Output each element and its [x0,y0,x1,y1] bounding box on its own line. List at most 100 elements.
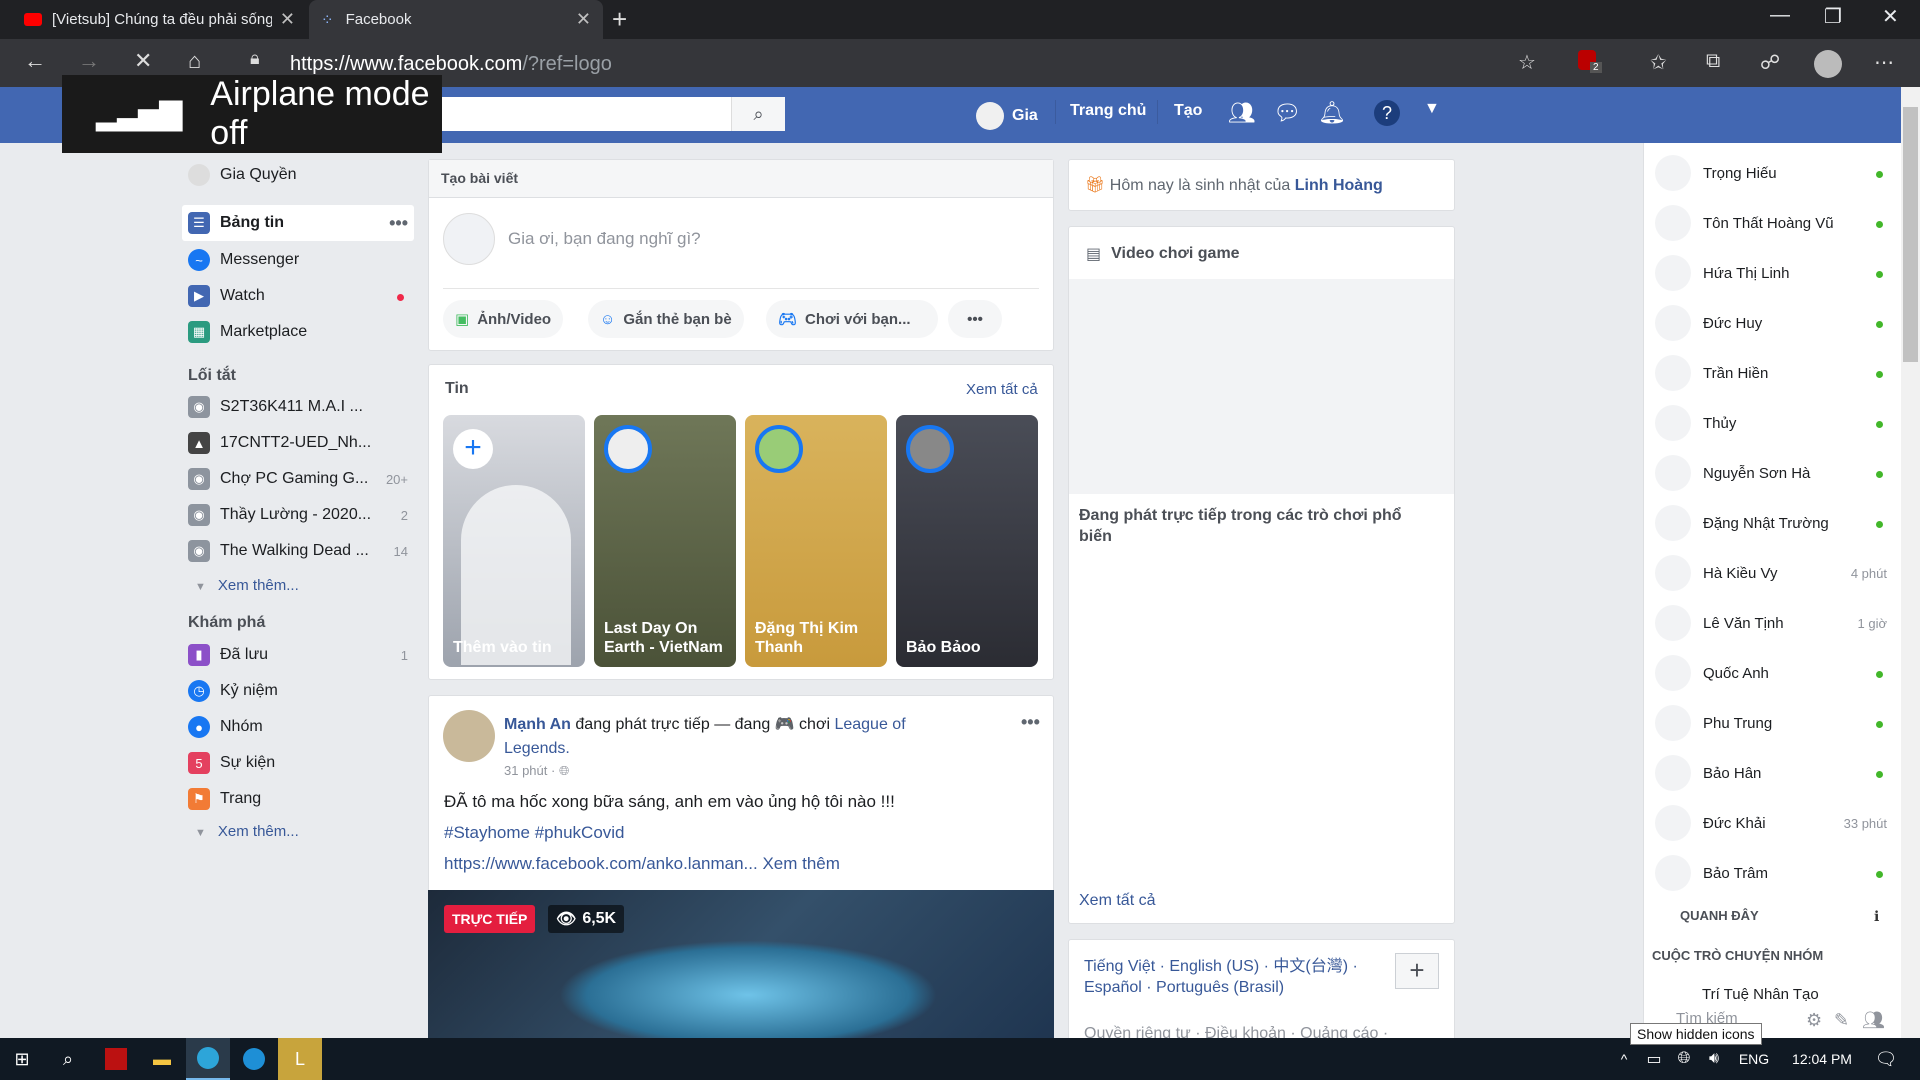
app-icon-red[interactable] [96,1038,136,1080]
tag-friends-button[interactable]: ☺ Gắn thẻ bạn bè [588,300,744,338]
chat-contact[interactable]: Bảo Hân [1655,748,1887,798]
close-window-button[interactable]: ✕ [1882,4,1899,29]
chat-contact[interactable]: Thủy [1655,398,1887,448]
story-item[interactable]: Đặng Thị Kim Thanh [745,415,887,667]
chat-contact[interactable]: Hà Kiều Vy 4 phút [1655,548,1887,598]
language-indicator[interactable]: ENG [1734,1038,1774,1080]
action-center-icon[interactable]: 🗨︎ [1866,1038,1906,1080]
profile-avatar[interactable] [1814,50,1842,78]
minimize-button[interactable]: — [1770,4,1790,27]
ublock-icon[interactable]: 2 [1578,50,1604,76]
help-icon[interactable]: ? [1374,100,1400,126]
chat-contact[interactable]: Trọng Hiếu [1655,148,1887,198]
add-language-button[interactable]: + [1395,953,1439,989]
sidebar-item-messenger[interactable]: ~ Messenger [188,245,299,275]
sidebar-item-saved[interactable]: ▮ Đã lưu 1 [188,640,408,670]
search-icon[interactable]: ⌕ [48,1038,88,1080]
battery-icon[interactable]: ▭ [1640,1038,1668,1080]
shortcut-item[interactable]: ◉ S2T36K411 M.A.I ... [188,392,408,422]
back-icon[interactable]: ← [24,48,46,74]
create-group-icon[interactable]: 👥︎ [1862,1010,1885,1031]
post-author-link[interactable]: Mạnh An [504,716,571,733]
sidebar-item-marketplace[interactable]: ▦ Marketplace [188,317,307,347]
shortcut-item[interactable]: ▲ 17CNTT2-UED_Nh... [188,428,408,458]
league-client-icon[interactable]: L [278,1038,322,1080]
close-tab-icon[interactable]: ✕ [280,9,295,30]
more-actions-button[interactable]: ••• [948,300,1002,338]
chat-contact[interactable]: Bảo Trâm [1655,848,1887,898]
edge-icon-2[interactable] [234,1038,274,1080]
shortcut-item[interactable]: ◉ Chợ PC Gaming G... 20+ [188,464,408,494]
sidebar-item-pages[interactable]: ⚑ Trang [188,784,408,814]
sidebar-item-memories[interactable]: ◷ Kỷ niệm [188,676,408,706]
chat-contact[interactable]: Hứa Thị Linh [1655,248,1887,298]
post-composer-input[interactable]: Gia ơi, bạn đang nghĩ gì? [508,229,701,249]
notifications-icon[interactable]: 🔔︎ [1318,100,1346,126]
avatar[interactable] [443,710,495,762]
story-item[interactable]: Bảo Bảoo [896,415,1038,667]
messenger-icon[interactable]: 💬︎ [1273,100,1301,126]
chat-settings-icon[interactable]: ⚙ [1806,1010,1822,1031]
search-button[interactable]: ⌕ [731,97,785,131]
star-icon[interactable]: ☆ [1518,50,1536,75]
new-tab-button[interactable]: + [612,4,627,35]
volume-icon[interactable]: 🔊︎ [1700,1038,1728,1080]
file-explorer-icon[interactable]: ▬ [142,1038,182,1080]
chat-contact[interactable]: Đặng Nhật Trường [1655,498,1887,548]
story-add[interactable]: + Thêm vào tin [443,415,585,667]
forward-icon[interactable]: → [78,48,100,74]
tab-youtube[interactable]: [Vietsub] Chúng ta đều phải sống ✕ [12,0,307,39]
chat-contact[interactable]: Tôn Thất Hoàng Vũ [1655,198,1887,248]
network-icon[interactable]: 🌐︎ [1670,1038,1698,1080]
chat-contact[interactable]: Quốc Anh [1655,648,1887,698]
new-message-icon[interactable]: ✎ [1834,1010,1849,1031]
profile-link[interactable]: Gia Quyền [188,160,296,190]
home-link[interactable]: Trang chủ [1070,102,1146,120]
language-links[interactable]: Tiếng Việt · English (US) · 中文(台灣) · Esp… [1084,956,1358,998]
gaming-video-description[interactable]: Đang phát trực tiếp trong các trò chơi p… [1079,505,1419,547]
chevron-up-icon[interactable]: ^ [1612,1038,1636,1080]
stop-icon[interactable]: ✕ [134,48,152,74]
scrollbar-thumb[interactable] [1903,107,1918,362]
edge-icon[interactable] [186,1038,230,1080]
close-tab-icon[interactable]: ✕ [576,9,591,30]
sidebar-item-news-feed[interactable]: ☰ Bảng tin ••• [188,208,408,238]
sidebar-item-events[interactable]: 5 Sự kiện [188,748,408,778]
post-time[interactable]: 31 phút · 🌐︎ [504,763,569,779]
more-options-icon[interactable]: ••• [389,213,408,234]
friends-icon[interactable]: 👥︎ [1228,100,1256,126]
post-link[interactable]: https://www.facebook.com/anko.lanman... … [444,854,840,874]
feedback-icon[interactable]: ☍ [1760,50,1780,75]
stories-see-all-link[interactable]: Xem tất cả [966,381,1038,398]
header-profile-link[interactable]: Gia [976,102,1038,130]
photo-video-button[interactable]: ▣ Ảnh/Video [443,300,564,338]
chat-contact[interactable]: Đức Huy [1655,298,1887,348]
info-icon[interactable]: ℹ [1874,908,1879,925]
more-menu-icon[interactable]: ⋯ [1874,50,1894,75]
clock[interactable]: 12:04 PM [1782,1038,1862,1080]
collections-icon[interactable]: ⧉ [1706,50,1720,73]
shortcut-item[interactable]: ◉ The Walking Dead ... 14 [188,536,408,566]
favorites-icon[interactable]: ✩ [1650,50,1667,75]
story-item[interactable]: Last Day On Earth - VietNam [594,415,736,667]
see-more-shortcuts-link[interactable]: ▼ Xem thêm... [195,577,299,594]
birthday-name-link[interactable]: Linh Hoàng [1295,177,1383,194]
sidebar-item-watch[interactable]: ▶ Watch [188,281,408,311]
maximize-button[interactable]: ❐ [1824,4,1842,29]
chat-contact[interactable]: Lê Văn Tịnh 1 giờ [1655,598,1887,648]
play-with-friends-button[interactable]: 🎮︎ Chơi với bạn... [766,300,938,338]
sidebar-item-groups[interactable]: ● Nhóm [188,712,408,742]
gaming-see-all-link[interactable]: Xem tất cả [1079,892,1155,910]
chevron-down-icon[interactable]: ▼ [1424,100,1440,118]
post-options-icon[interactable]: ••• [1021,712,1040,733]
shortcut-item[interactable]: ◉ Thầy Lường - 2020... 2 [188,500,408,530]
chat-contact[interactable]: Nguyễn Sơn Hà [1655,448,1887,498]
hashtags-link[interactable]: #Stayhome #phukCovid [444,823,625,843]
chat-contact[interactable]: Phu Trung [1655,698,1887,748]
group-chat-item[interactable]: Trí Tuệ Nhân Tạo [1702,986,1819,1003]
windows-start-icon[interactable]: ⊞ [0,1038,44,1080]
gaming-video-thumbnail[interactable] [1069,279,1454,494]
chat-contact[interactable]: Đức Khải 33 phút [1655,798,1887,848]
home-icon[interactable]: ⌂ [188,48,201,74]
create-link[interactable]: Tạo [1174,102,1202,120]
